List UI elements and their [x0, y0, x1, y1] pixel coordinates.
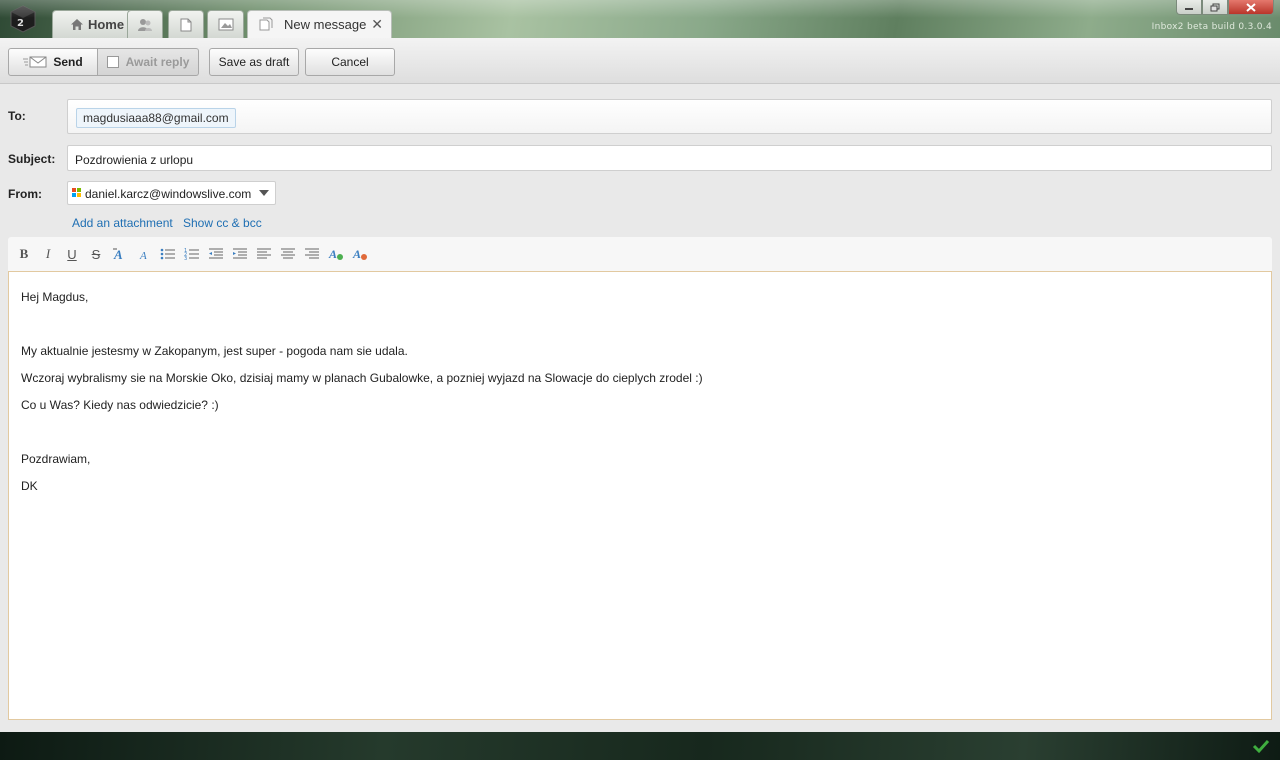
add-attachment-link[interactable]: Add an attachment	[72, 216, 173, 230]
indent-button[interactable]	[231, 245, 249, 263]
new-message-icon	[259, 17, 273, 31]
indent-icon	[233, 248, 247, 259]
from-value: daniel.karcz@windowslive.com	[85, 187, 252, 201]
body-line: Wczoraj wybralismy sie na Morskie Oko, d…	[21, 371, 703, 385]
from-label: From:	[8, 187, 42, 201]
svg-text:A: A	[328, 247, 337, 261]
align-right-icon	[305, 248, 319, 259]
align-left-icon	[257, 248, 271, 259]
underline-button[interactable]: U	[63, 245, 81, 263]
body-line: My aktualnie jestesmy w Zakopanym, jest …	[21, 344, 408, 358]
status-bar	[0, 732, 1280, 760]
align-center-icon	[281, 248, 295, 259]
tab-new-message[interactable]: New message ✕	[247, 10, 392, 38]
windows-live-icon	[72, 188, 81, 197]
minimize-button[interactable]	[1176, 0, 1202, 15]
tab-documents[interactable]	[168, 10, 204, 38]
svg-text:3: 3	[184, 256, 187, 261]
home-icon	[70, 19, 83, 30]
body-line: Co u Was? Kiedy nas odwiedzicie? :)	[21, 398, 219, 412]
subject-label: Subject:	[8, 152, 56, 166]
checkmark-icon	[1252, 739, 1270, 754]
text-color-button[interactable]: A	[327, 245, 345, 263]
to-field[interactable]: magdusiaaa88@gmail.com	[67, 99, 1272, 134]
bold-button[interactable]: B	[15, 245, 33, 263]
text-color-icon: A	[328, 247, 343, 261]
show-cc-bcc-link[interactable]: Show cc & bcc	[183, 216, 262, 230]
body-line: DK	[21, 479, 38, 493]
subject-input[interactable]: Pozdrowienia z urlopu	[67, 145, 1272, 171]
from-select[interactable]: daniel.karcz@windowslive.com	[67, 181, 276, 205]
minimize-icon	[1185, 8, 1193, 10]
send-button[interactable]: Send	[8, 48, 98, 76]
font-increase-icon: A	[113, 247, 123, 261]
document-icon	[180, 18, 192, 31]
restore-icon	[1210, 3, 1220, 11]
cancel-button[interactable]: Cancel	[305, 48, 395, 76]
await-reply-toggle[interactable]: Await reply	[98, 48, 199, 76]
subject-value: Pozdrowienia z urlopu	[75, 153, 194, 167]
save-draft-button[interactable]: Save as draft	[209, 48, 299, 76]
send-mail-icon	[23, 56, 47, 68]
to-label: To:	[8, 109, 26, 123]
svg-text:2: 2	[17, 18, 24, 29]
highlight-color-button[interactable]: A	[351, 245, 369, 263]
maximize-button[interactable]	[1202, 0, 1228, 15]
body-line: Hej Magdus,	[21, 290, 89, 304]
await-reply-checkbox[interactable]	[106, 56, 119, 68]
tab-home-label: Home	[87, 17, 125, 32]
bullet-list-button[interactable]	[159, 245, 177, 263]
align-center-button[interactable]	[279, 245, 297, 263]
image-icon	[218, 18, 233, 31]
outdent-button[interactable]	[207, 245, 225, 263]
tab-images[interactable]	[207, 10, 244, 38]
close-window-button[interactable]	[1228, 0, 1274, 15]
bullet-list-icon	[160, 248, 175, 260]
align-left-button[interactable]	[255, 245, 273, 263]
highlight-color-icon: A	[352, 247, 367, 261]
tab-contacts[interactable]	[127, 10, 163, 38]
strikethrough-button[interactable]: S	[87, 245, 105, 263]
recipient-chip[interactable]: magdusiaaa88@gmail.com	[76, 108, 236, 128]
body-line: Pozdrawiam,	[21, 452, 91, 466]
font-decrease-icon: A	[139, 250, 147, 261]
svg-text:A: A	[352, 247, 361, 261]
close-icon	[1246, 2, 1256, 12]
svg-text:A: A	[139, 250, 147, 261]
message-editor[interactable]: Hej Magdus, My aktualnie jestesmy w Zako…	[8, 271, 1272, 720]
tab-new-message-label: New message	[284, 17, 367, 32]
align-right-button[interactable]	[303, 245, 321, 263]
outdent-icon	[209, 248, 223, 259]
build-label: Inbox2 beta build 0.3.0.4	[1151, 22, 1272, 32]
tab-close-icon[interactable]: ✕	[371, 16, 383, 33]
font-size-decrease-button[interactable]: A	[135, 245, 153, 263]
font-size-increase-button[interactable]: A	[111, 245, 129, 263]
numbered-list-icon: 1 2 3	[184, 248, 199, 261]
app-logo-icon: 2	[10, 5, 36, 33]
send-label: Send	[53, 55, 83, 69]
italic-button[interactable]: I	[39, 245, 57, 263]
compose-toolbar: Send Await reply Save as draft Cancel	[0, 38, 1280, 84]
window-controls	[1176, 0, 1274, 15]
numbered-list-button[interactable]: 1 2 3	[183, 245, 201, 263]
title-bar: 2 Home New message ✕ Inbox2 beta build 0…	[0, 0, 1280, 38]
editor-toolbar: B I U S A A 1 2 3 A A	[8, 237, 1272, 271]
chevron-down-icon[interactable]	[259, 190, 269, 196]
await-reply-label: Await reply	[125, 55, 190, 69]
contacts-icon	[138, 18, 152, 31]
